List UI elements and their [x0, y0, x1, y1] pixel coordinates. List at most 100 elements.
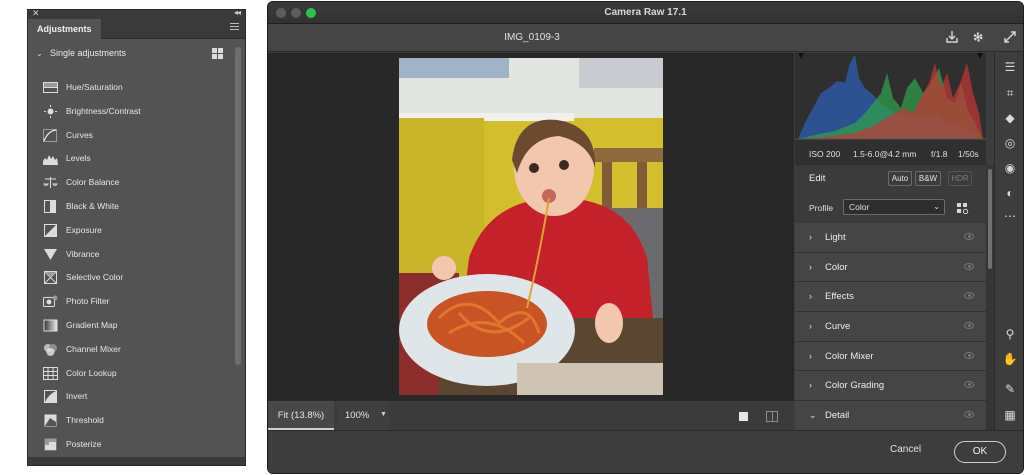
- eraser-icon[interactable]: ◆: [1002, 110, 1018, 126]
- eye-icon[interactable]: [964, 411, 974, 419]
- collapse-icon[interactable]: ◂◂: [234, 8, 241, 17]
- panel-header-strip: ✕ ◂◂: [28, 8, 245, 19]
- adjustment-item-label: Hue/Saturation: [66, 82, 123, 92]
- adjustment-item[interactable]: Gradient Map: [28, 315, 233, 339]
- section-detail[interactable]: ⌄ Detail: [795, 401, 986, 431]
- hdr-button[interactable]: HDR: [948, 171, 972, 186]
- panel-menu-icon[interactable]: [230, 23, 239, 33]
- hand-icon[interactable]: ✋: [1002, 351, 1018, 367]
- section-label: Light: [825, 232, 846, 243]
- image-canvas[interactable]: [268, 53, 794, 400]
- ok-button[interactable]: OK: [954, 441, 1006, 463]
- adjustment-item[interactable]: Channel Mixer: [28, 339, 233, 363]
- section-label: Color Mixer: [825, 350, 874, 362]
- adjustment-item[interactable]: Threshold: [28, 410, 233, 434]
- auto-button[interactable]: Auto: [888, 171, 912, 186]
- levels-icon: [43, 152, 58, 166]
- crop-icon[interactable]: ⌗: [1002, 85, 1018, 101]
- adjustment-item[interactable]: Vibrance: [28, 244, 233, 268]
- profile-value: Color: [849, 202, 870, 212]
- bw-button[interactable]: B&W: [915, 171, 941, 186]
- section-label: Color: [825, 261, 848, 273]
- eyedropper-icon[interactable]: ✎: [1002, 381, 1018, 397]
- selective-color-icon: [43, 271, 58, 285]
- close-icon[interactable]: ✕: [32, 8, 40, 19]
- eye-icon[interactable]: [964, 351, 974, 359]
- adjustments-list: Hue/Saturation Brightness/Contrast Curves L…: [28, 77, 233, 458]
- adjustment-item[interactable]: Invert: [28, 386, 233, 410]
- section-label: Effects: [825, 291, 854, 303]
- gradient-map-icon: [43, 319, 58, 332]
- exif-shutter: 1/50s: [958, 149, 979, 159]
- fullscreen-icon[interactable]: [1003, 30, 1017, 44]
- adjustment-item[interactable]: Exposure: [28, 220, 233, 244]
- exif-lens: 1.5-6.0@4.2 mm: [853, 149, 917, 159]
- save-icon[interactable]: [945, 30, 959, 44]
- grid-view-icon[interactable]: [212, 48, 223, 59]
- cancel-button[interactable]: Cancel: [890, 444, 921, 455]
- zoom-icon[interactable]: ⚲: [1002, 326, 1018, 342]
- adjustment-item-label: Invert: [66, 391, 88, 402]
- single-adjustments-header[interactable]: ⌄ Single adjustments: [28, 44, 245, 66]
- adjustment-item-label: Levels: [66, 153, 91, 164]
- gear-icon[interactable]: [971, 30, 985, 44]
- more-icon[interactable]: ⋯: [1002, 208, 1018, 224]
- background-color-icon[interactable]: [739, 412, 748, 421]
- presets-icon[interactable]: ◐: [1002, 185, 1018, 201]
- title-bar: Camera Raw 17.1: [268, 2, 1023, 24]
- tool-strip: ☰ ⌗ ◆ ◎ ◉ ◐ ⋯ ⚲ ✋ ✎ ▦: [994, 53, 1023, 430]
- adjustment-item-label: Exposure: [66, 224, 102, 235]
- adjustment-item[interactable]: Color Balance: [28, 172, 233, 196]
- posterize-icon: [43, 438, 58, 451]
- adjustment-item[interactable]: Black & White: [28, 196, 233, 220]
- file-bar: IMG_0109-3: [268, 24, 1023, 52]
- edit-panel-scrollbar[interactable]: [986, 165, 994, 430]
- adjustment-item-label: Black & White: [66, 200, 119, 211]
- adjustment-item[interactable]: Curves: [28, 125, 233, 149]
- section-label: Curve: [825, 321, 851, 333]
- eye-icon[interactable]: [964, 262, 974, 270]
- adjustment-item[interactable]: Brightness/Contrast: [28, 101, 233, 125]
- curves-icon: [43, 128, 58, 142]
- profile-select[interactable]: Color ⌄: [843, 199, 945, 215]
- tab-adjustments[interactable]: Adjustments: [28, 19, 101, 39]
- adjustment-item[interactable]: Hue/Saturation: [28, 77, 233, 101]
- chevron-icon: ›: [809, 380, 812, 391]
- scrollbar[interactable]: [235, 47, 241, 365]
- section-label: Detail: [825, 410, 850, 422]
- grid-overlay-icon[interactable]: ▦: [1002, 407, 1018, 423]
- section-effects[interactable]: › Effects: [795, 282, 986, 313]
- adjustment-item[interactable]: Photo Filter: [28, 291, 233, 315]
- adjustment-item-label: Brightness/Contrast: [66, 105, 141, 116]
- adjustment-item[interactable]: Color Lookup: [28, 363, 233, 387]
- section-curve[interactable]: › Curve: [795, 312, 986, 342]
- section-title: Single adjustments: [50, 48, 127, 58]
- red-eye-icon[interactable]: ◉: [1002, 160, 1018, 176]
- eye-icon[interactable]: [964, 322, 974, 330]
- zoom-fit-button[interactable]: Fit (13.8%): [268, 401, 334, 430]
- profile-label: Profile: [809, 203, 834, 213]
- panel-footer: [28, 457, 245, 465]
- adjustment-item[interactable]: Posterize: [28, 434, 233, 458]
- eye-icon[interactable]: [964, 381, 974, 389]
- adjustment-item-label: Color Balance: [66, 177, 120, 188]
- channel-mixer-icon: [43, 343, 58, 356]
- adjustment-item[interactable]: Levels: [28, 148, 233, 172]
- eye-icon[interactable]: [964, 233, 974, 240]
- adjustment-item[interactable]: Selective Color: [28, 267, 233, 291]
- masking-icon[interactable]: ◎: [1002, 135, 1018, 151]
- section-color-grading[interactable]: › Color Grading: [795, 371, 986, 402]
- brightness-icon: [43, 104, 58, 118]
- adjustment-item-label: Selective Color: [66, 272, 124, 283]
- sliders-icon[interactable]: ☰: [1002, 59, 1018, 75]
- chevron-down-icon[interactable]: ▼: [380, 411, 387, 418]
- section-light[interactable]: › Light: [795, 223, 986, 253]
- eye-icon[interactable]: [964, 292, 974, 300]
- exif-iso: ISO 200: [809, 149, 841, 159]
- edit-sections: › Light › Color › Effects › Curve › Color Mixer › C…: [795, 223, 986, 431]
- profile-browser-icon[interactable]: [957, 202, 969, 215]
- hue-saturation-icon: [43, 81, 58, 94]
- before-after-icon[interactable]: [766, 411, 778, 422]
- section-color-mixer[interactable]: › Color Mixer: [795, 341, 986, 372]
- section-color[interactable]: › Color: [795, 252, 986, 283]
